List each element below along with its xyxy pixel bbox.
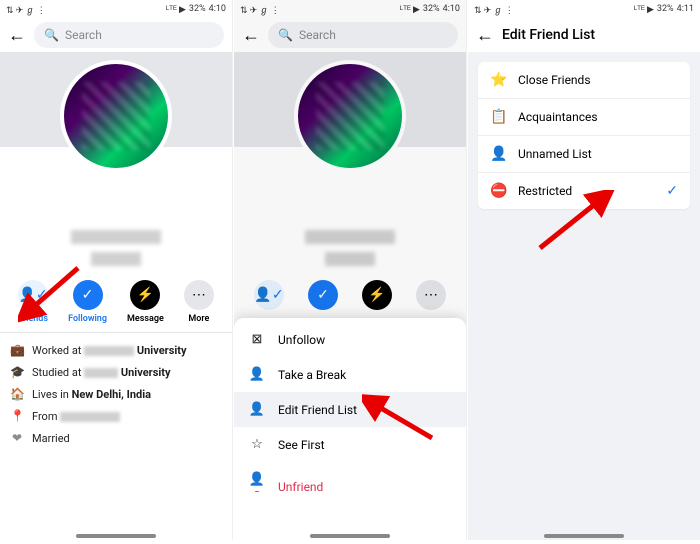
unfriend-icon: 👤⁻: [248, 472, 266, 502]
about-lives[interactable]: 🏠 Lives in New Delhi, India: [10, 383, 222, 405]
status-bar: ⇅ ✈ ℊ ⋮ ᴸᵀᴱ ▶ 32% 4:11: [468, 0, 700, 18]
message-button[interactable]: ⚡: [362, 280, 392, 310]
nav-bar: [76, 534, 156, 538]
heart-icon: ❤: [10, 431, 24, 445]
search-icon: 🔍: [278, 28, 293, 42]
header: ← Edit Friend List: [468, 18, 700, 52]
clock-text: 4:10: [209, 4, 226, 14]
more-button[interactable]: ⋯ More: [184, 280, 214, 324]
list-unnamed[interactable]: 👤 Unnamed List: [478, 136, 690, 173]
edit-list-icon: 👤: [248, 402, 266, 417]
status-icons-left: ⇅ ✈ ℊ ⋮: [6, 3, 46, 16]
friends-button[interactable]: 👤✓: [254, 280, 284, 310]
search-input[interactable]: 🔍 Search: [268, 22, 458, 48]
back-button[interactable]: ←: [242, 25, 260, 46]
messenger-icon: ⚡: [130, 280, 160, 310]
screen-profile: ⇅ ✈ ℊ ⋮ ᴸᵀᴱ ▶ 32% 4:10 ← 🔍 Search 👤✓: [0, 0, 233, 540]
about-married[interactable]: ❤ Married: [10, 427, 222, 449]
see-first-icon: ☆: [248, 437, 266, 452]
about-worked[interactable]: 💼 Worked at University: [10, 339, 222, 361]
arrow-annotation-3: [528, 190, 618, 260]
star-icon: ⭐: [490, 72, 508, 88]
arrow-annotation-1: [18, 258, 88, 328]
message-button[interactable]: ⚡ Message: [127, 280, 164, 324]
graduation-icon: 🎓: [10, 365, 24, 379]
friend-lists: ⭐ Close Friends 📋 Acquaintances 👤 Unname…: [478, 62, 690, 209]
restricted-icon: ⛔: [490, 183, 508, 199]
arrow-annotation-2: [362, 390, 442, 450]
sheet-unfollow[interactable]: ⊠ Unfollow: [234, 322, 466, 357]
profile-avatar[interactable]: [60, 60, 172, 172]
avatar-wrap: [60, 60, 172, 172]
nav-bar: [544, 534, 624, 538]
following-button[interactable]: ✓: [308, 280, 338, 310]
location-icon: 📍: [10, 409, 24, 423]
profile-avatar: [294, 60, 406, 172]
sheet-unfriend[interactable]: 👤⁻ Unfriend: [234, 462, 466, 512]
back-button[interactable]: ←: [8, 25, 26, 46]
about-studied[interactable]: 🎓 Studied at University: [10, 361, 222, 383]
unfollow-icon: ⊠: [248, 332, 266, 347]
screen-edit-friend-list: ⇅ ✈ ℊ ⋮ ᴸᵀᴱ ▶ 32% 4:11 ← Edit Friend Lis…: [468, 0, 700, 540]
person-icon: 👤: [490, 146, 508, 162]
header: ← 🔍 Search: [234, 18, 466, 52]
screen-action-sheet: ⇅ ✈ ℊ ⋮ ᴸᵀᴱ ▶ 32% 4:10 ← 🔍 Search 👤✓ ✓ ⚡…: [234, 0, 467, 540]
signal-icon: ᴸᵀᴱ ▶: [166, 4, 186, 15]
battery-text: 32%: [189, 4, 206, 14]
list-close-friends[interactable]: ⭐ Close Friends: [478, 62, 690, 99]
list-icon: 📋: [490, 109, 508, 125]
about-from[interactable]: 📍 From: [10, 405, 222, 427]
more-button[interactable]: ⋯: [416, 280, 446, 310]
about-section: 💼 Worked at University 🎓 Studied at Univ…: [0, 333, 232, 455]
search-placeholder: Search: [65, 28, 102, 42]
search-input[interactable]: 🔍 Search: [34, 22, 224, 48]
nav-bar: [310, 534, 390, 538]
header: ← 🔍 Search: [0, 18, 232, 52]
list-acquaintances[interactable]: 📋 Acquaintances: [478, 99, 690, 136]
search-icon: 🔍: [44, 28, 59, 42]
sheet-take-break[interactable]: 👤 Take a Break: [234, 357, 466, 392]
more-icon: ⋯: [184, 280, 214, 310]
take-break-icon: 👤: [248, 367, 266, 382]
status-bar: ⇅ ✈ ℊ ⋮ ᴸᵀᴱ ▶ 32% 4:10: [234, 0, 466, 18]
back-button[interactable]: ←: [476, 25, 494, 46]
check-icon: ✓: [666, 183, 678, 199]
page-title: Edit Friend List: [502, 27, 595, 43]
status-bar: ⇅ ✈ ℊ ⋮ ᴸᵀᴱ ▶ 32% 4:10: [0, 0, 232, 18]
briefcase-icon: 💼: [10, 343, 24, 357]
home-icon: 🏠: [10, 387, 24, 401]
